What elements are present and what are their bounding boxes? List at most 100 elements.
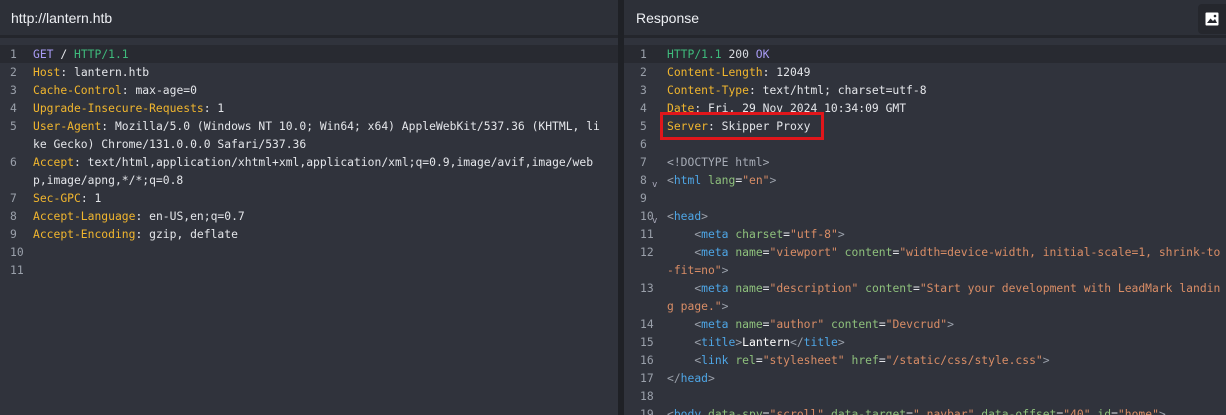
line-number: 15 xyxy=(640,335,654,349)
request-url-title: http://lantern.htb xyxy=(0,0,618,38)
token-br: > xyxy=(837,227,845,241)
token-punc xyxy=(824,317,831,331)
code-line: 19 <body data-spy="scroll" data-target=".… xyxy=(624,405,1226,415)
line-number: 10 xyxy=(640,209,654,223)
line-text: Accept-Encoding: gzip, deflate xyxy=(33,225,607,243)
code-line: 9 Accept-Encoding: gzip, deflate xyxy=(0,225,618,243)
token-punc xyxy=(667,245,694,259)
code-line: 6 Accept: text/html,application/xhtml+xml… xyxy=(0,153,618,189)
token-str: "home" xyxy=(1117,407,1159,415)
token-val: 1 xyxy=(94,191,102,205)
token-punc xyxy=(701,173,708,187)
line-number: 7 xyxy=(10,191,17,205)
token-attr: charset xyxy=(735,227,784,241)
token-val: text/html; charset=utf-8 xyxy=(762,83,927,97)
code-line: 1 HTTP/1.1 200 OK xyxy=(624,45,1226,63)
code-line: 1 GET / HTTP/1.1 xyxy=(0,45,618,63)
code-line: 14 <meta name="author" content="Devcrud"… xyxy=(624,315,1226,333)
token-punc: : xyxy=(135,227,150,241)
code-line: 13 <meta name="description" content="Sta… xyxy=(624,279,1226,315)
code-line: 7 Sec-GPC: 1 xyxy=(0,189,618,207)
token-br: > xyxy=(947,317,954,331)
line-text: <meta charset="utf-8"> xyxy=(667,225,1226,243)
token-tag: title xyxy=(701,335,736,349)
token-attr: content xyxy=(865,281,913,295)
code-line: 8 Accept-Language: en-US,en;q=0.7 xyxy=(0,207,618,225)
image-icon xyxy=(1205,12,1219,26)
line-text: Host: lantern.htb xyxy=(33,63,607,81)
image-view-button[interactable] xyxy=(1198,4,1226,34)
token-punc xyxy=(845,353,852,367)
line-number: 1 xyxy=(10,47,17,61)
token-punc: = xyxy=(783,227,790,241)
token-hname: Content-Type xyxy=(667,83,749,97)
line-number: 11 xyxy=(640,227,654,241)
token-val: gzip, deflate xyxy=(149,227,238,241)
token-br: < xyxy=(667,173,674,187)
token-br: > xyxy=(1042,353,1050,367)
line-text: Content-Type: text/html; charset=utf-8 xyxy=(667,81,1226,99)
token-punc: : xyxy=(121,83,136,97)
token-br: </ xyxy=(789,335,804,349)
line-number: 2 xyxy=(640,65,647,79)
token-punc: = xyxy=(1111,407,1118,415)
code-line: 11 <meta charset="utf-8"> xyxy=(624,225,1226,243)
token-punc: = xyxy=(762,245,770,259)
line-text: Accept: text/html,application/xhtml+xml,… xyxy=(33,153,607,189)
code-line: 3 Content-Type: text/html; charset=utf-8 xyxy=(624,81,1226,99)
token-attr: data-offset xyxy=(981,407,1057,415)
code-line: 15 <title>Lantern</title> xyxy=(624,333,1226,351)
line-number: 1 xyxy=(640,47,647,61)
token-tag: link xyxy=(701,353,729,367)
token-tag: body xyxy=(673,407,702,415)
token-punc xyxy=(838,245,845,259)
token-punc xyxy=(667,281,694,295)
code-line: 9 xyxy=(624,189,1226,207)
token-hname: Sec-GPC xyxy=(33,191,81,205)
token-br: </ xyxy=(667,371,681,385)
response-pane: Response 1 HTTP/1.1 200 OK 2 Content-Length… xyxy=(624,0,1226,415)
token-attr: lang xyxy=(708,173,736,187)
line-number: 5 xyxy=(10,119,17,133)
token-str: "40" xyxy=(1063,407,1091,415)
token-str: "scroll" xyxy=(769,407,825,415)
token-str: "en" xyxy=(742,173,770,187)
token-punc xyxy=(667,353,694,367)
line-text: <html lang="en"> xyxy=(667,171,1226,189)
token-br: > xyxy=(769,173,777,187)
token-tag: meta xyxy=(701,317,729,331)
token-hname: Content-Length xyxy=(667,65,763,79)
token-punc: : xyxy=(101,119,115,133)
token-tag: title xyxy=(803,335,838,349)
line-number: 12 xyxy=(640,245,654,259)
token-punc xyxy=(667,227,694,241)
token-br: > xyxy=(837,335,845,349)
line-text: Content-Length: 12049 xyxy=(667,63,1226,81)
line-number: 10 xyxy=(10,245,24,259)
token-val: Mozilla/5.0 (Windows NT 10.0; Win64; x64… xyxy=(33,119,600,151)
code-line: 18 xyxy=(624,387,1226,405)
token-val: max-age=0 xyxy=(135,83,197,97)
token-br: > xyxy=(1158,407,1166,415)
request-editor[interactable]: 1 GET / HTTP/1.1 2 Host: lantern.htb 3 Cache-… xyxy=(0,38,618,279)
token-punc xyxy=(824,407,831,415)
line-number: 8 xyxy=(640,173,647,187)
token-str: ".navbar" xyxy=(912,407,975,415)
token-punc: = xyxy=(762,317,770,331)
line-number: 11 xyxy=(10,263,24,277)
token-punc: = xyxy=(762,407,770,415)
line-number: 19 xyxy=(640,407,654,415)
token-punc xyxy=(667,317,694,331)
code-line: 2 Content-Length: 12049 xyxy=(624,63,1226,81)
token-str: "viewport" xyxy=(769,245,838,259)
code-line: 12 <meta name="viewport" content="width=… xyxy=(624,243,1226,279)
line-text: Cache-Control: max-age=0 xyxy=(33,81,607,99)
line-number: 8 xyxy=(10,209,17,223)
token-punc: : xyxy=(73,155,88,169)
token-val: text/html,application/xhtml+xml,applicat… xyxy=(33,155,594,187)
line-number: 13 xyxy=(640,281,654,295)
line-text: <meta name="viewport" content="width=dev… xyxy=(667,243,1226,279)
response-editor[interactable]: 1 HTTP/1.1 200 OK 2 Content-Length: 12049 3 C… xyxy=(624,38,1226,415)
line-text: HTTP/1.1 200 OK xyxy=(667,45,1226,63)
token-punc: = xyxy=(878,317,886,331)
